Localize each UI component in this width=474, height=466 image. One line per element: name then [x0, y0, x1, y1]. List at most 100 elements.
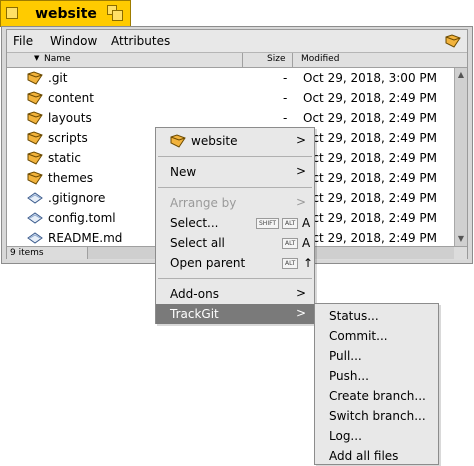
file-name: static: [48, 151, 81, 165]
file-size: -: [283, 91, 288, 105]
submenu-item[interactable]: Add all files: [315, 446, 438, 466]
submenu-arrow-icon: >: [295, 286, 306, 300]
shortcut-letter: A: [302, 236, 311, 250]
menu-separator: [158, 278, 312, 279]
sort-arrow-icon: ▼: [34, 54, 40, 62]
file-modified: Oct 29, 2018, 3:00 PM: [303, 71, 437, 85]
submenu-item-label: Status...: [329, 309, 379, 323]
submenu-item[interactable]: Log...: [315, 426, 438, 446]
menu-item-new[interactable]: New >: [156, 162, 314, 182]
scroll-down-icon[interactable]: ▼: [456, 234, 466, 244]
shortcut-letter: A: [302, 216, 311, 230]
menu-item-label: Select...: [170, 216, 219, 230]
file-modified: Oct 29, 2018, 2:49 PM: [303, 131, 437, 145]
file-modified: Oct 29, 2018, 2:49 PM: [303, 151, 437, 165]
folder-icon: [27, 90, 43, 106]
zoom-box-icon[interactable]: [107, 5, 123, 21]
menu-item-add-ons[interactable]: Add-ons >: [156, 284, 314, 304]
file-modified: Oct 29, 2018, 2:49 PM: [303, 211, 437, 225]
menu-item-label: New: [170, 165, 197, 179]
folder-icon: [27, 70, 43, 86]
file-modified: Oct 29, 2018, 2:49 PM: [303, 191, 437, 205]
file-name: README.md: [48, 231, 123, 245]
file-icon: [27, 210, 43, 226]
submenu-item-label: Commit...: [329, 329, 388, 343]
submenu-item[interactable]: Switch branch...: [315, 406, 438, 426]
menu-item-website[interactable]: website >: [156, 131, 314, 151]
file-name: layouts: [48, 111, 92, 125]
folder-icon: [27, 170, 43, 186]
folder-icon: [27, 130, 43, 146]
file-size: -: [283, 111, 288, 125]
file-name: .gitignore: [48, 191, 106, 205]
submenu-item-label: Add all files: [329, 449, 399, 463]
submenu-arrow-icon: >: [295, 195, 306, 209]
file-modified: Oct 29, 2018, 2:49 PM: [303, 231, 437, 245]
submenu-arrow-icon: >: [295, 164, 306, 178]
menu-item-label: Arrange by: [170, 196, 237, 210]
menu-item-label: Select all: [170, 236, 225, 250]
menu-item-open-parent[interactable]: Open parent ALT ↑: [156, 253, 314, 273]
file-size: -: [283, 71, 288, 85]
submenu-item[interactable]: Pull...: [315, 346, 438, 366]
file-modified: Oct 29, 2018, 2:49 PM: [303, 111, 437, 125]
alt-key: ALT: [282, 238, 299, 249]
item-count: 9 items: [10, 248, 44, 258]
menu-item-label: TrackGit: [170, 307, 219, 321]
up-arrow-icon: ↑: [303, 256, 314, 270]
column-header: ▼ Name Size Modified: [7, 53, 467, 68]
menubar: File Window Attributes: [7, 30, 467, 53]
menu-item-label: Open parent: [170, 256, 246, 270]
menu-item-select[interactable]: Select... SHIFT ALT A: [156, 213, 314, 233]
column-modified[interactable]: Modified: [301, 54, 339, 64]
context-menu: website > New > Arrange by > Select... S…: [155, 127, 315, 324]
menu-separator: [158, 187, 312, 188]
folder-icon: [27, 150, 43, 166]
submenu-item-label: Switch branch...: [329, 409, 426, 423]
trackgit-submenu: Status... Commit... Pull... Push... Create b…: [314, 303, 439, 465]
folder-icon: [27, 110, 43, 126]
menu-attributes[interactable]: Attributes: [111, 34, 170, 48]
menu-file[interactable]: File: [13, 34, 33, 48]
file-modified: Oct 29, 2018, 2:49 PM: [303, 91, 437, 105]
vertical-scrollbar[interactable]: ▲ ▼: [454, 68, 467, 246]
menu-separator: [158, 156, 312, 157]
window-title-tab[interactable]: website: [0, 0, 131, 27]
navigator-folder-icon[interactable]: [445, 33, 461, 52]
file-name: config.toml: [48, 211, 116, 225]
file-row[interactable]: layouts - Oct 29, 2018, 2:49 PM: [7, 108, 454, 128]
column-name[interactable]: Name: [44, 54, 71, 64]
menu-item-trackgit[interactable]: TrackGit >: [156, 304, 314, 324]
window-title: website: [35, 6, 97, 22]
submenu-item[interactable]: Create branch...: [315, 386, 438, 406]
submenu-item-label: Log...: [329, 429, 362, 443]
menu-item-arrange-by: Arrange by >: [156, 193, 314, 213]
shift-key: SHIFT: [256, 218, 280, 229]
submenu-item-label: Create branch...: [329, 389, 426, 403]
file-name: content: [48, 91, 94, 105]
alt-key: ALT: [282, 218, 299, 229]
file-modified: Oct 29, 2018, 2:49 PM: [303, 171, 437, 185]
menu-item-label: website: [191, 134, 238, 148]
file-row[interactable]: content - Oct 29, 2018, 2:49 PM: [7, 88, 454, 108]
submenu-item-label: Pull...: [329, 349, 362, 363]
menu-item-select-all[interactable]: Select all ALT A: [156, 233, 314, 253]
file-name: scripts: [48, 131, 88, 145]
submenu-item[interactable]: Status...: [315, 306, 438, 326]
alt-key: ALT: [282, 258, 299, 269]
submenu-item[interactable]: Push...: [315, 366, 438, 386]
menu-window[interactable]: Window: [50, 34, 97, 48]
menu-item-label: Add-ons: [170, 287, 219, 301]
close-box-icon[interactable]: [6, 7, 18, 19]
submenu-item-label: Push...: [329, 369, 369, 383]
file-icon: [27, 190, 43, 206]
file-row[interactable]: .git - Oct 29, 2018, 3:00 PM: [7, 68, 454, 88]
file-name: themes: [48, 171, 94, 185]
submenu-arrow-icon: >: [295, 133, 306, 147]
scroll-up-icon[interactable]: ▲: [456, 70, 466, 80]
column-size[interactable]: Size: [267, 54, 285, 64]
submenu-arrow-icon: >: [295, 306, 306, 320]
submenu-item[interactable]: Commit...: [315, 326, 438, 346]
file-icon: [27, 230, 43, 246]
folder-icon: [170, 133, 186, 152]
